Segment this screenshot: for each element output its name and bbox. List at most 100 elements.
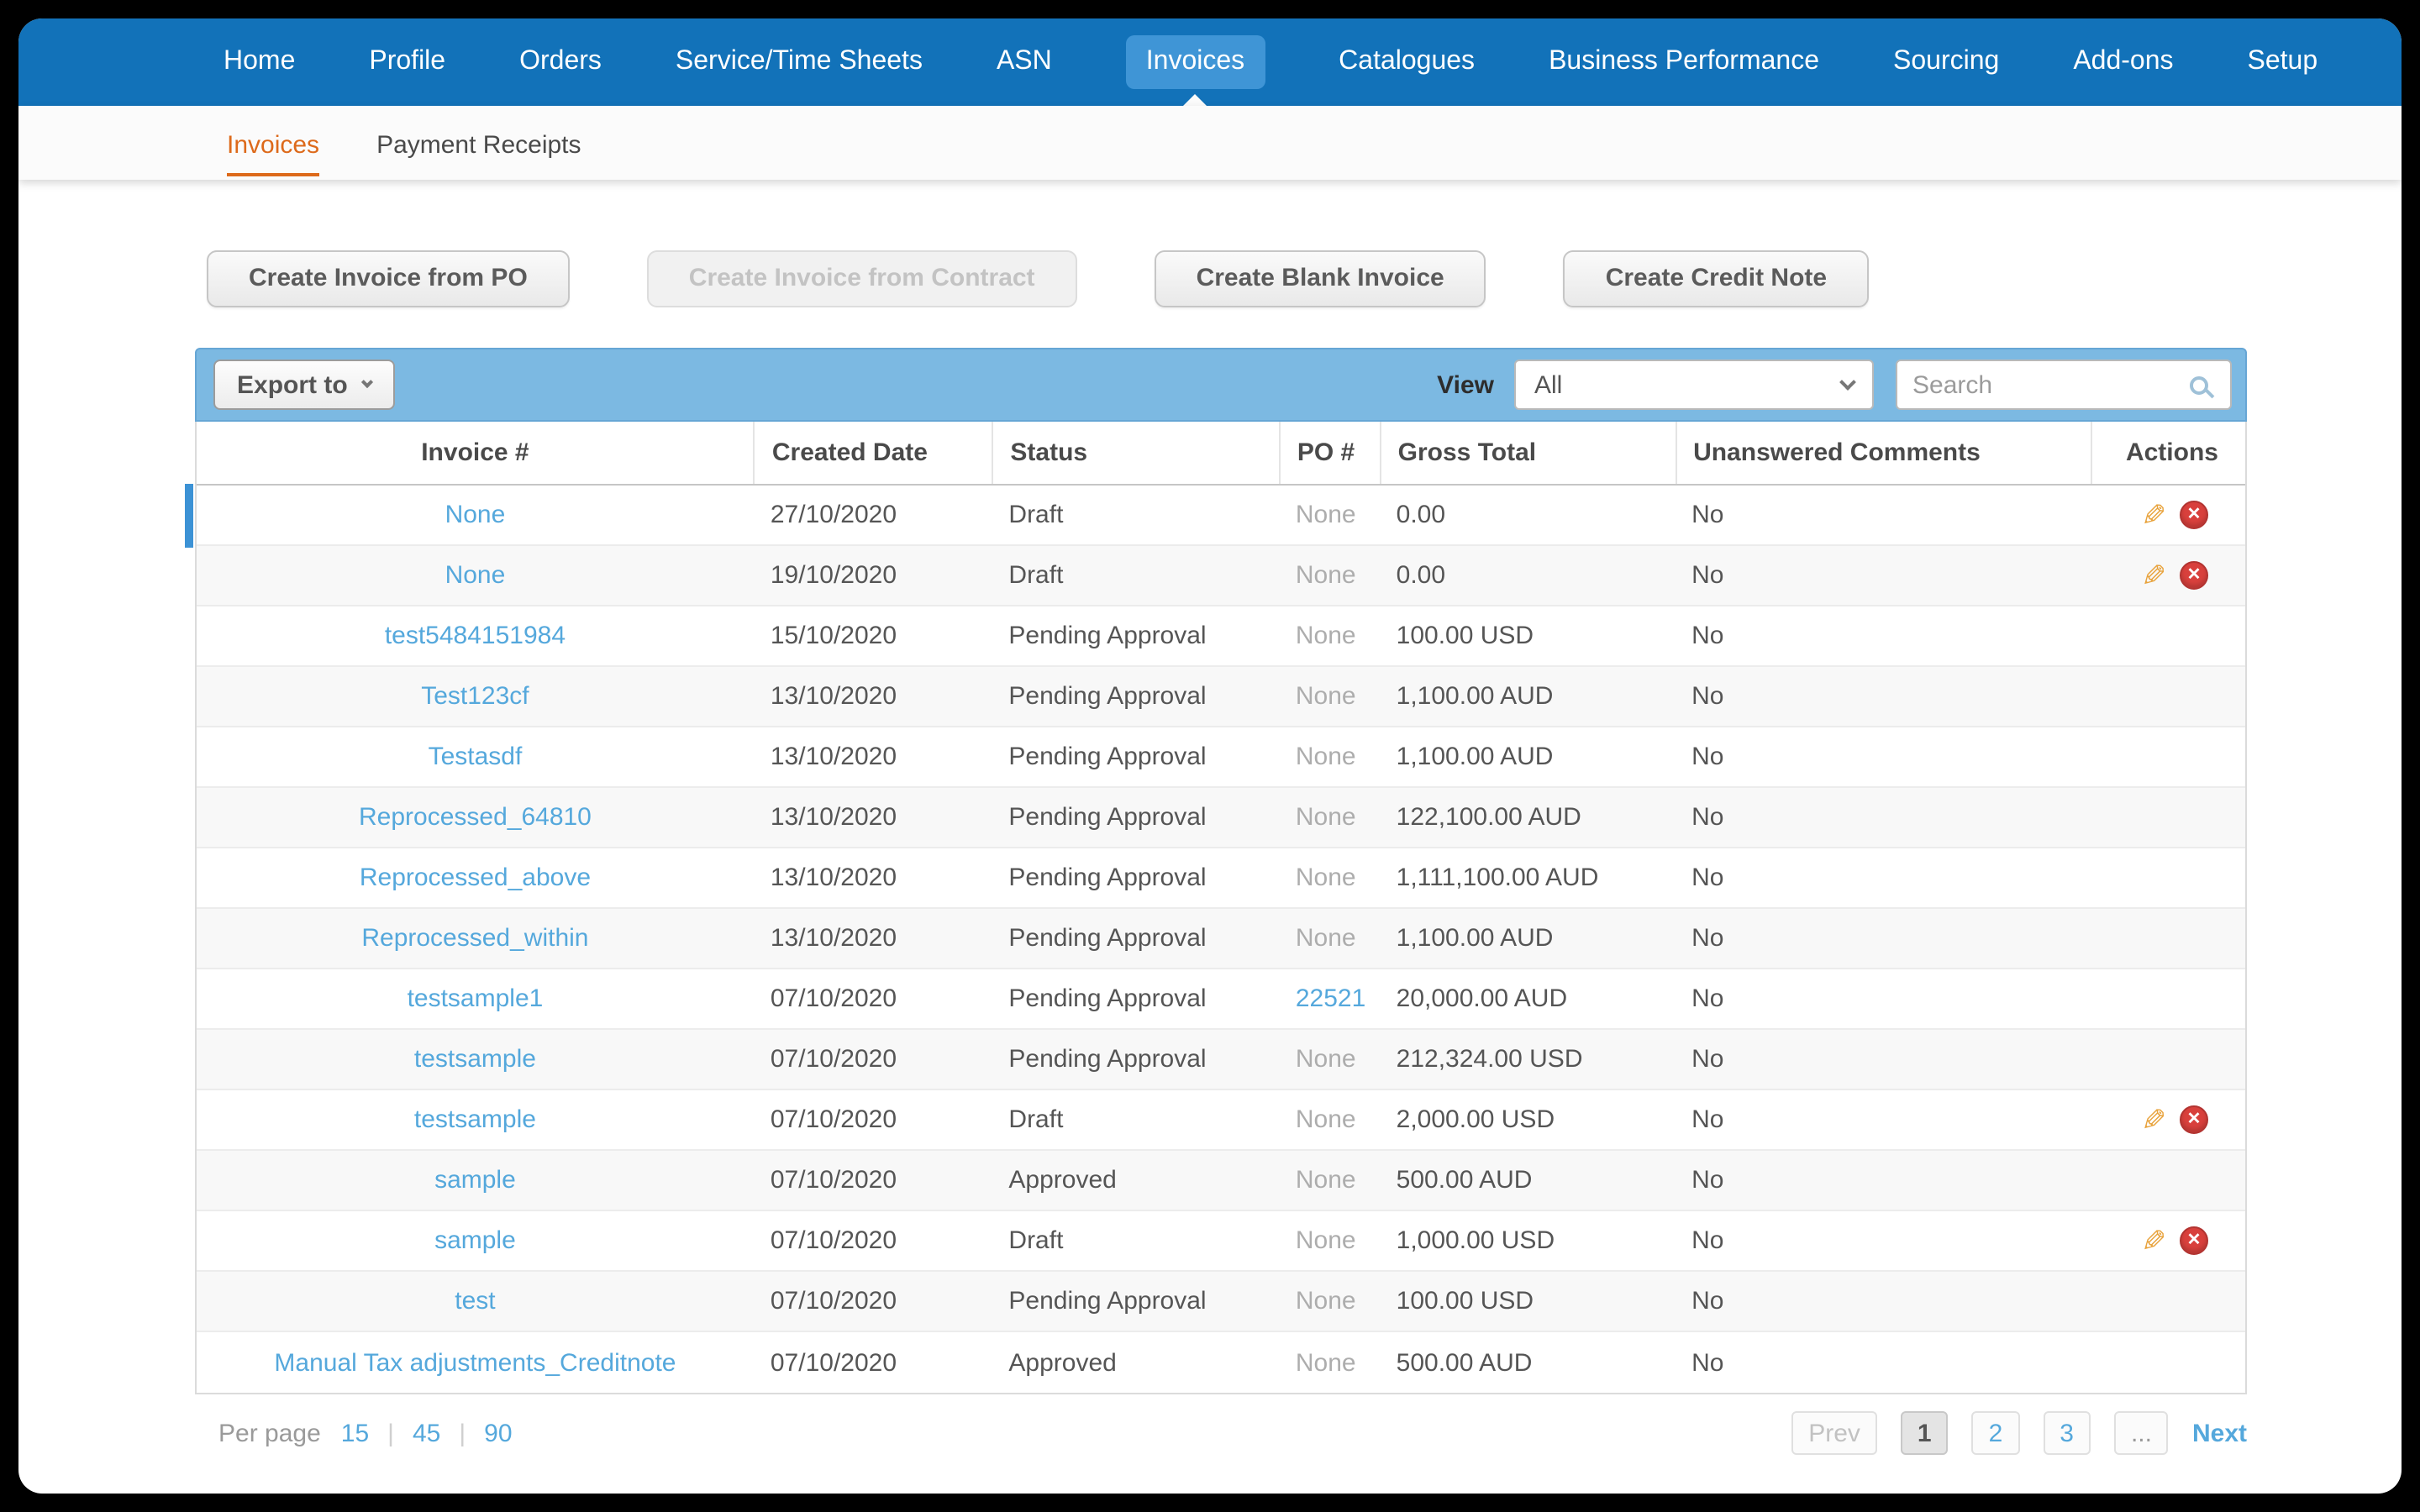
view-select[interactable]: All — [1514, 360, 1874, 410]
created-date-cell: 07/10/2020 — [770, 1105, 897, 1134]
status-cell: Pending Approval — [1008, 924, 1207, 953]
comments-cell: No — [1691, 864, 1724, 892]
nav-item-sourcing[interactable]: Sourcing — [1893, 47, 1999, 77]
create-credit-note-button[interactable]: Create Credit Note — [1563, 250, 1870, 307]
per-page-90[interactable]: 90 — [484, 1419, 512, 1447]
table-header: Invoice # Created Date Status PO # Gross… — [197, 422, 2245, 486]
table-row: sample 07/10/2020 Draft None 1,000.00 US… — [197, 1211, 2245, 1272]
status-cell: Pending Approval — [1008, 864, 1207, 892]
invoice-link[interactable]: test5484151984 — [385, 622, 566, 650]
po-value: None — [1295, 1348, 1356, 1377]
page-2-button[interactable]: 2 — [1971, 1411, 2020, 1455]
invoice-link[interactable]: Test123cf — [421, 682, 529, 711]
column-header-po: PO # — [1278, 422, 1380, 484]
gross-total-cell: 212,324.00 USD — [1396, 1045, 1583, 1074]
nav-item-setup[interactable]: Setup — [2248, 47, 2318, 77]
gross-total-cell: 1,100.00 AUD — [1396, 743, 1554, 771]
comments-cell: No — [1691, 924, 1724, 953]
created-date-cell: 07/10/2020 — [770, 1287, 897, 1315]
nav-item-service-time-sheets[interactable]: Service/Time Sheets — [676, 47, 923, 77]
created-date-cell: 13/10/2020 — [770, 803, 897, 832]
edit-icon[interactable]: ✎ — [2141, 1224, 2166, 1257]
invoice-link[interactable]: None — [445, 501, 506, 529]
edit-icon[interactable]: ✎ — [2141, 498, 2166, 532]
screen: Home Profile Orders Service/Time Sheets ASN I… — [0, 0, 2420, 1512]
comments-cell: No — [1691, 1105, 1724, 1134]
table-row: Manual Tax adjustments_Creditnote 07/10/… — [197, 1332, 2245, 1393]
actions-cell — [2091, 1151, 2245, 1210]
nav-item-catalogues[interactable]: Catalogues — [1339, 47, 1475, 77]
per-page-45[interactable]: 45 — [413, 1419, 440, 1447]
nav-item-add-ons[interactable]: Add-ons — [2073, 47, 2173, 77]
actions-cell — [2091, 667, 2245, 726]
tab-invoices[interactable]: Invoices — [227, 106, 320, 180]
edit-icon[interactable]: ✎ — [2141, 1103, 2166, 1137]
invoice-link[interactable]: Reprocessed_64810 — [359, 803, 592, 832]
page-1-button[interactable]: 1 — [1900, 1411, 1949, 1455]
comments-cell: No — [1691, 1226, 1724, 1255]
delete-icon[interactable]: ✕ — [2179, 561, 2208, 590]
nav-item-invoices[interactable]: Invoices — [1125, 35, 1265, 89]
invoice-link[interactable]: testsample — [414, 1045, 536, 1074]
invoice-link[interactable]: Reprocessed_within — [361, 924, 588, 953]
invoice-link[interactable]: Manual Tax adjustments_Creditnote — [274, 1348, 676, 1377]
actions-cell — [2091, 909, 2245, 968]
actions-cell — [2091, 1332, 2245, 1393]
search-icon[interactable] — [2190, 375, 2208, 394]
nav-item-business-performance[interactable]: Business Performance — [1549, 47, 1819, 77]
invoice-link[interactable]: Reprocessed_above — [360, 864, 591, 892]
search-box — [1896, 360, 2232, 410]
create-blank-invoice-button[interactable]: Create Blank Invoice — [1154, 250, 1486, 307]
invoice-link[interactable]: None — [445, 561, 506, 590]
pagination: Prev 123 ... Next — [1791, 1411, 2247, 1455]
view-label: View — [1437, 370, 1494, 399]
tab-payment-receipts[interactable]: Payment Receipts — [376, 106, 581, 180]
actions-cell: ✎ ✕ — [2091, 486, 2245, 544]
status-cell: Draft — [1008, 501, 1064, 529]
po-link[interactable]: 22521 — [1296, 984, 1365, 1013]
po-value: None — [1295, 1226, 1356, 1255]
edit-icon[interactable]: ✎ — [2141, 559, 2166, 592]
created-date-cell: 07/10/2020 — [770, 984, 897, 1013]
per-page-15[interactable]: 15 — [341, 1419, 369, 1447]
status-cell: Draft — [1008, 1226, 1064, 1255]
invoice-link[interactable]: sample — [434, 1226, 516, 1255]
created-date-cell: 13/10/2020 — [770, 864, 897, 892]
invoice-link[interactable]: sample — [434, 1166, 516, 1194]
invoice-link[interactable]: testsample — [414, 1105, 536, 1134]
nav-item-orders[interactable]: Orders — [519, 47, 602, 77]
actions-cell — [2091, 1030, 2245, 1089]
delete-icon[interactable]: ✕ — [2179, 501, 2208, 529]
po-value: None — [1295, 1287, 1356, 1315]
comments-cell: No — [1691, 622, 1724, 650]
delete-icon[interactable]: ✕ — [2179, 1226, 2208, 1255]
delete-icon[interactable]: ✕ — [2179, 1105, 2208, 1134]
gross-total-cell: 100.00 USD — [1396, 1287, 1534, 1315]
nav-item-profile[interactable]: Profile — [369, 47, 445, 77]
invoice-link[interactable]: test — [455, 1287, 495, 1315]
ellipsis-button[interactable]: ... — [2113, 1411, 2169, 1455]
invoice-link[interactable]: Testasdf — [429, 743, 523, 771]
table-row: None 27/10/2020 Draft None 0.00 No ✎ ✕ — [185, 484, 2245, 548]
po-value: None — [1295, 682, 1356, 711]
search-input[interactable] — [1912, 370, 2190, 399]
sub-nav: Invoices Payment Receipts — [18, 106, 2402, 180]
nav-item-home[interactable]: Home — [224, 47, 295, 77]
actions-cell — [2091, 1272, 2245, 1331]
export-button[interactable]: Export to — [213, 360, 395, 410]
page-3-button[interactable]: 3 — [2043, 1411, 2091, 1455]
invoice-link[interactable]: testsample1 — [408, 984, 544, 1013]
create-invoice-from-po-button[interactable]: Create Invoice from PO — [207, 250, 570, 307]
next-button[interactable]: Next — [2192, 1419, 2247, 1447]
invoices-table: Export to View All Search Invoice # Crea… — [185, 348, 2247, 1394]
status-cell: Pending Approval — [1008, 1045, 1207, 1074]
view-select-value: All — [1534, 370, 1563, 399]
table-row: None 19/10/2020 Draft None 0.00 No ✎ ✕ — [197, 546, 2245, 606]
nav-item-asn[interactable]: ASN — [997, 47, 1052, 77]
gross-total-cell: 1,100.00 AUD — [1396, 682, 1554, 711]
po-value: None — [1295, 622, 1356, 650]
po-value: None — [1295, 864, 1356, 892]
comments-cell: No — [1691, 1348, 1724, 1377]
gross-total-cell: 1,000.00 USD — [1396, 1226, 1555, 1255]
po-value: None — [1295, 1105, 1356, 1134]
